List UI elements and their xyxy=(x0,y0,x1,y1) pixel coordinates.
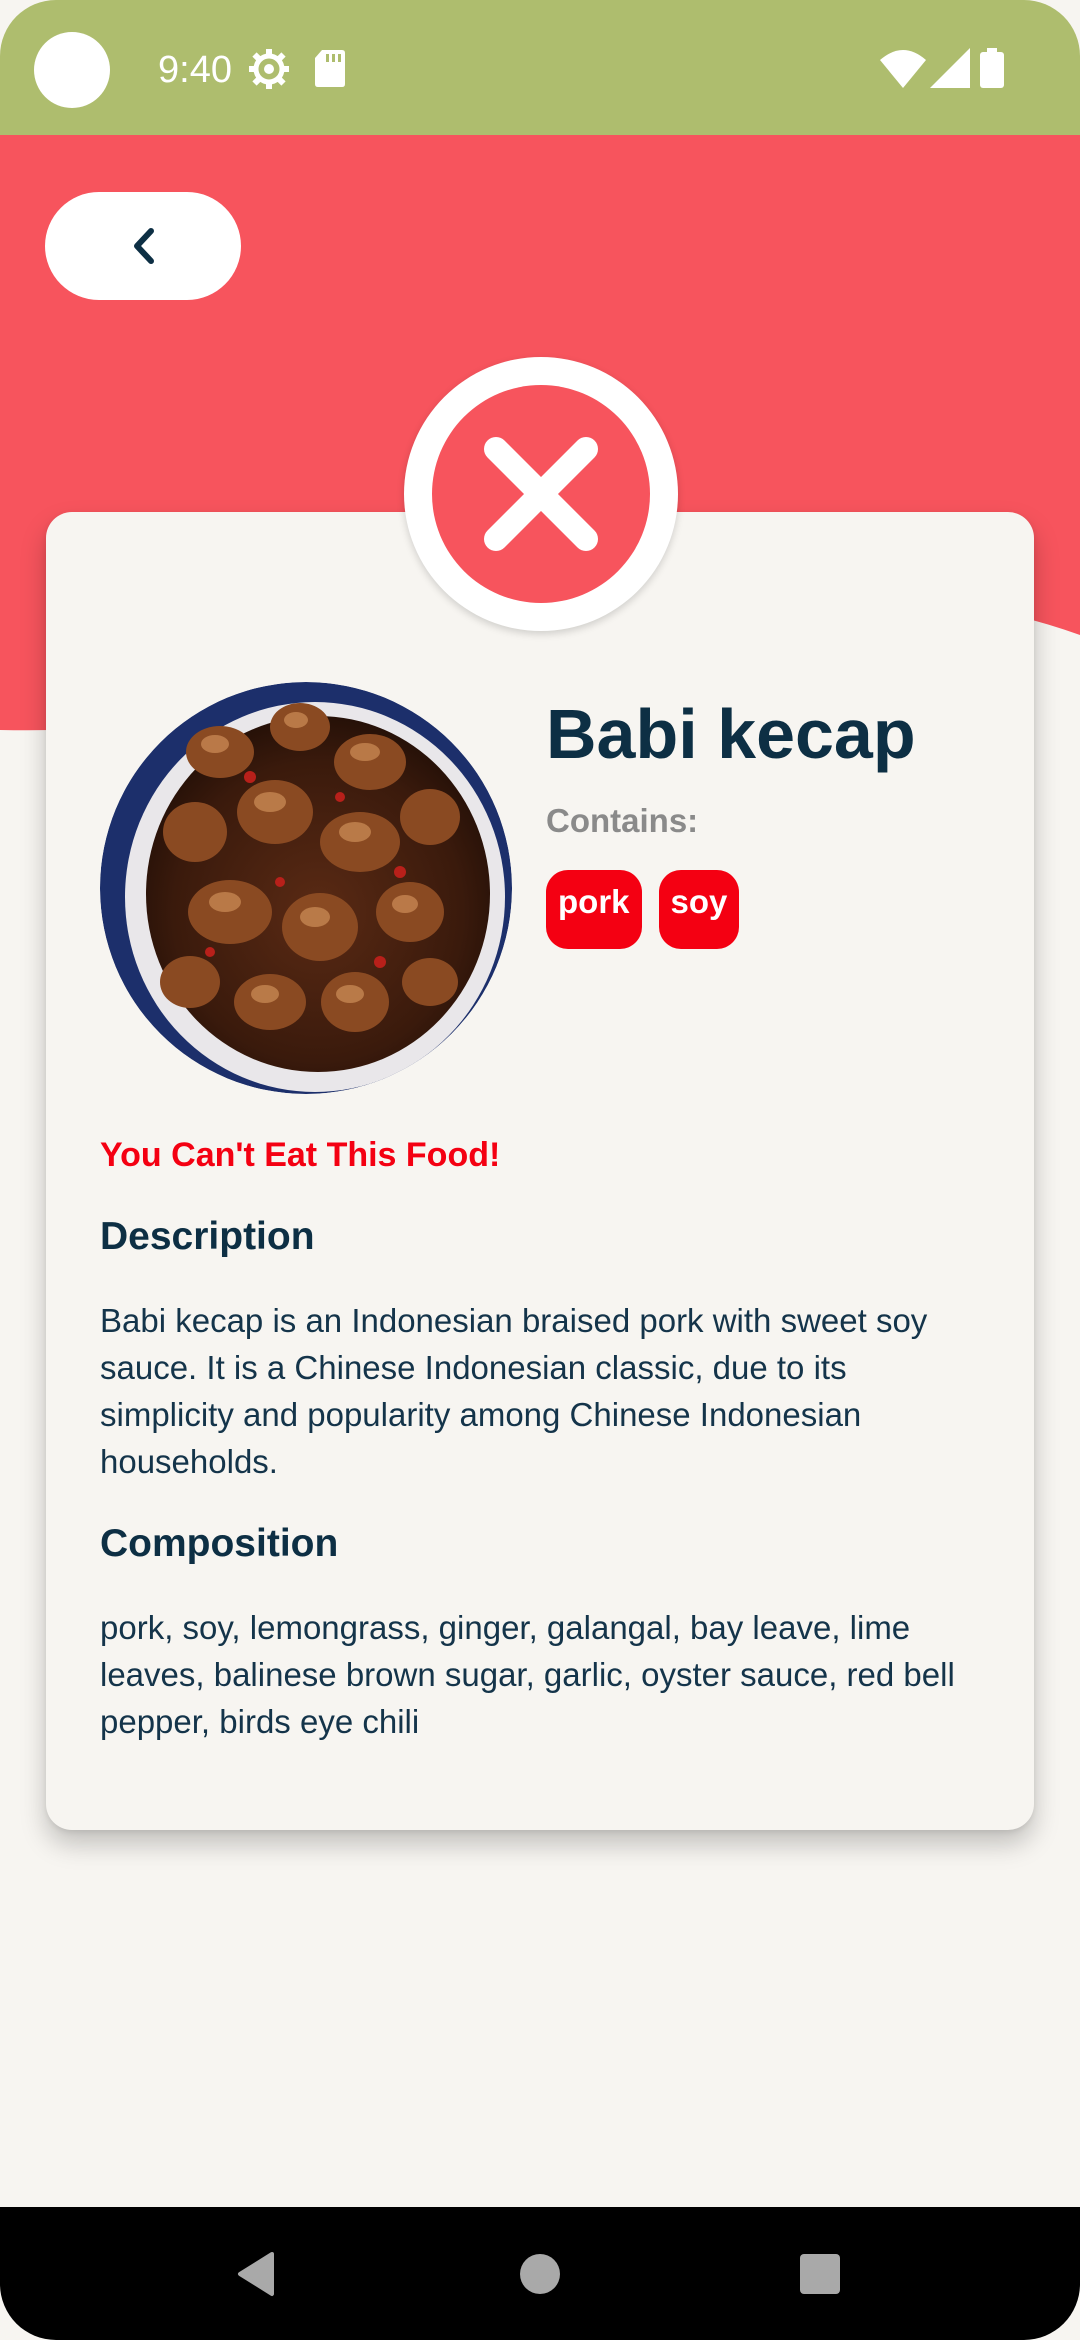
food-image xyxy=(100,682,512,1094)
close-icon xyxy=(484,437,598,551)
back-button[interactable] xyxy=(45,192,241,300)
battery-icon xyxy=(980,48,1004,88)
allergen-tag: soy xyxy=(658,870,740,949)
dietary-warning: You Can't Eat This Food! xyxy=(100,1136,501,1174)
home-circle-icon xyxy=(520,2253,560,2294)
allergen-tag-list: pork soy xyxy=(546,870,740,949)
composition-text: pork, soy, lemongrass, ginger, galangal,… xyxy=(100,1609,955,1740)
signal-icon xyxy=(930,48,970,88)
camera-cutout xyxy=(34,32,110,108)
food-name: Babi kecap xyxy=(546,695,916,773)
back-triangle-icon xyxy=(238,2251,274,2296)
status-bar: 9:40 xyxy=(0,0,1080,135)
status-time: 9:40 xyxy=(158,49,232,91)
gear-icon xyxy=(249,49,289,89)
wifi-icon xyxy=(880,50,926,88)
sd-card-icon xyxy=(315,50,345,87)
chevron-left-icon xyxy=(134,228,154,264)
allergen-tag: pork xyxy=(546,870,642,949)
recents-square-icon xyxy=(800,2253,840,2294)
result-status-circle xyxy=(432,385,650,603)
composition-heading: Composition xyxy=(100,1522,339,1565)
description-text: Babi kecap is an Indonesian braised pork… xyxy=(100,1302,928,1480)
nav-back-button[interactable] xyxy=(216,2207,296,2340)
navigation-bar xyxy=(0,2207,1080,2340)
contains-label: Contains: xyxy=(546,802,699,839)
result-status-badge xyxy=(404,357,678,631)
screen: 9:40 Babi kecap Contains: pork soy You C… xyxy=(0,0,1080,2340)
nav-home-button[interactable] xyxy=(500,2207,580,2340)
description-heading: Description xyxy=(100,1215,315,1258)
nav-recents-button[interactable] xyxy=(780,2207,860,2340)
